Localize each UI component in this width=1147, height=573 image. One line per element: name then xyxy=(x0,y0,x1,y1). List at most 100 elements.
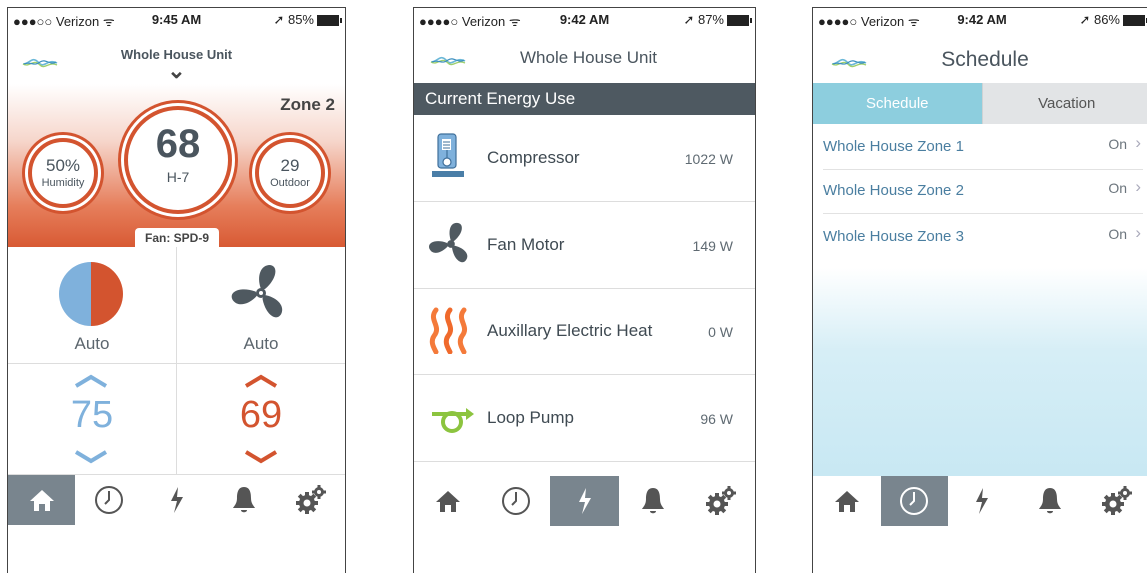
zone-row-2[interactable]: Whole House Zone 2 On › xyxy=(823,169,1143,214)
schedule-screen: ●●●●○ Verizon ᯤ 9:42 AM ➚ 86% Schedule S… xyxy=(812,7,1147,573)
page-title: Schedule xyxy=(941,48,1029,71)
outdoor-value: 29 xyxy=(280,156,300,175)
tab-schedule[interactable] xyxy=(482,476,550,526)
cool-setpoint-control: 75 xyxy=(8,364,177,474)
zone-status: On xyxy=(1108,180,1127,196)
energy-row-aux-heat[interactable]: Auxillary Electric Heat 0 W xyxy=(414,288,755,375)
zone-row-1[interactable]: Whole House Zone 1 On › xyxy=(823,125,1143,170)
tab-schedule[interactable] xyxy=(75,475,142,525)
tab-schedule[interactable] xyxy=(880,476,949,526)
mode-label: Auto xyxy=(74,334,110,353)
energy-row-loop-pump[interactable]: Loop Pump 96 W xyxy=(414,375,755,462)
status-bar: ●●●●○ Verizon ᯤ 9:42 AM ➚ 86% xyxy=(813,8,1147,30)
home-icon xyxy=(29,490,54,511)
clock-icon xyxy=(900,487,929,515)
clock-icon xyxy=(502,487,531,515)
chevron-right-icon: › xyxy=(1135,223,1141,242)
chevron-down-icon[interactable]: ⌄ xyxy=(8,58,345,84)
bell-icon xyxy=(232,487,255,513)
lightning-icon xyxy=(975,488,988,514)
tab-home[interactable] xyxy=(813,476,881,526)
fan-control[interactable]: Auto xyxy=(177,247,345,363)
energy-item-label: Loop Pump xyxy=(487,408,574,427)
tab-alerts[interactable] xyxy=(1016,476,1084,526)
tab-settings[interactable] xyxy=(687,476,755,526)
cool-setpoint-value: 75 xyxy=(70,394,114,436)
cool-up-chevron-icon[interactable] xyxy=(74,374,108,388)
zone-status: On xyxy=(1108,226,1127,242)
unit-title[interactable]: Whole House Unit xyxy=(414,48,755,68)
zone-status: On xyxy=(1108,136,1127,152)
tab-home[interactable] xyxy=(8,475,76,525)
battery-icon xyxy=(1123,15,1147,27)
energy-screen: ●●●●○ Verizon ᯤ 9:42 AM ➚ 87% Whole Hous… xyxy=(413,7,756,573)
energy-item-label: Compressor xyxy=(487,148,580,167)
tab-vacation[interactable]: Vacation xyxy=(981,83,1147,124)
tab-alerts[interactable] xyxy=(619,476,687,526)
background-gradient xyxy=(813,268,1147,476)
tab-settings[interactable] xyxy=(1083,476,1147,526)
battery-icon xyxy=(727,15,752,27)
tab-energy[interactable] xyxy=(143,475,210,525)
status-bar: ●●●●○ Verizon ᯤ 9:42 AM ➚ 87% xyxy=(414,8,755,30)
energy-row-compressor[interactable]: Compressor 1022 W xyxy=(414,115,755,202)
outdoor-gauge: 29 Outdoor xyxy=(255,138,325,208)
energy-item-value: 149 W xyxy=(692,238,733,254)
humidity-gauge: 50% Humidity xyxy=(28,138,98,208)
zone-label: Whole House Zone 2 xyxy=(823,182,964,199)
battery: ➚ 87% xyxy=(683,12,752,28)
cool-down-chevron-icon[interactable] xyxy=(74,450,108,464)
fan-icon xyxy=(429,222,468,263)
energy-item-value: 1022 W xyxy=(684,151,733,167)
schedule-segmented-control: Schedule Vacation xyxy=(813,83,1147,124)
compressor-icon xyxy=(432,133,464,177)
fan-icon xyxy=(231,265,283,318)
lightning-icon xyxy=(170,487,183,513)
tab-alerts[interactable] xyxy=(210,475,277,525)
battery-icon xyxy=(317,15,342,27)
tab-energy[interactable] xyxy=(550,476,619,526)
status-bar: ●●●○○ Verizon ᯤ 9:45 AM ➚ 85% xyxy=(8,8,345,30)
outdoor-label: Outdoor xyxy=(270,177,310,189)
tab-bar xyxy=(414,476,755,526)
energy-row-fan-motor[interactable]: Fan Motor 149 W xyxy=(414,202,755,289)
heat-up-chevron-icon[interactable] xyxy=(244,374,278,388)
fan-speed-badge: Fan: SPD-9 xyxy=(135,228,219,248)
mode-auto-icon xyxy=(59,262,123,326)
humidity-value: 50% xyxy=(45,156,81,175)
temperature-label: H-7 xyxy=(166,169,190,185)
clock-icon xyxy=(95,486,124,514)
mode-fan-row: Auto Auto xyxy=(8,247,345,364)
temperature-gauge[interactable]: 68 H-7 xyxy=(124,106,232,214)
zone-label: Zone 2 xyxy=(280,95,335,114)
fan-label: Auto xyxy=(243,334,279,353)
setpoint-row: 75 69 xyxy=(8,364,345,474)
lightning-icon xyxy=(578,488,591,514)
bell-icon xyxy=(1038,488,1061,514)
zone-label: Whole House Zone 1 xyxy=(823,138,964,155)
tab-bar xyxy=(8,474,345,525)
home-icon xyxy=(834,491,859,512)
energy-item-label: Fan Motor xyxy=(487,235,565,254)
energy-item-value: 96 W xyxy=(700,411,733,427)
tab-settings[interactable] xyxy=(278,475,345,525)
thermostat-screen: ●●●○○ Verizon ᯤ 9:45 AM ➚ 85% Whole Hous… xyxy=(7,7,346,573)
tab-schedule[interactable]: Schedule xyxy=(813,83,982,124)
home-icon xyxy=(436,491,461,512)
gear-icon xyxy=(705,486,736,515)
chevron-right-icon: › xyxy=(1135,177,1141,196)
tab-home[interactable] xyxy=(414,476,482,526)
chevron-right-icon: › xyxy=(1135,133,1141,152)
temperature-value: 68 xyxy=(155,122,201,166)
energy-item-value: 0 W xyxy=(708,324,733,340)
zone-panel: Zone 2 50% Humidity 68 H-7 29 Outdoor Fa… xyxy=(8,84,345,248)
heat-setpoint-value: 69 xyxy=(239,394,283,436)
pump-icon xyxy=(432,408,474,433)
zone-row-3[interactable]: Whole House Zone 3 On › xyxy=(823,215,1143,259)
heat-down-chevron-icon[interactable] xyxy=(244,450,278,464)
energy-item-label: Auxillary Electric Heat xyxy=(487,321,653,340)
tab-energy[interactable] xyxy=(948,476,1016,526)
humidity-label: Humidity xyxy=(41,177,85,189)
mode-control[interactable]: Auto xyxy=(8,247,177,363)
zone-label: Whole House Zone 3 xyxy=(823,228,964,245)
